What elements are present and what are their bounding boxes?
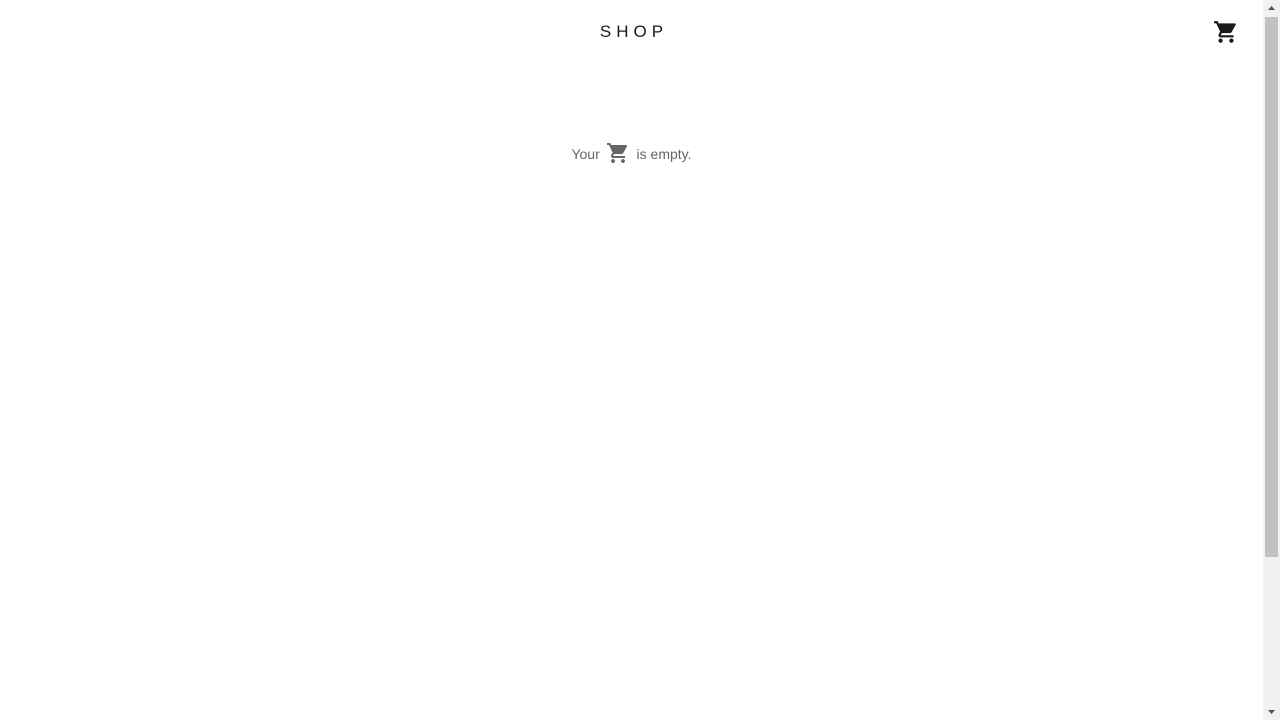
site-header: SHOP xyxy=(0,0,1263,66)
scrollbar-thumb[interactable] xyxy=(1265,17,1278,557)
site-brand[interactable]: SHOP xyxy=(0,22,1263,42)
empty-cart-message: Your is empty. xyxy=(0,142,1263,167)
empty-cart-suffix: is empty. xyxy=(636,146,692,162)
page: SHOP Your is empty. xyxy=(0,0,1263,720)
shopping-cart-icon xyxy=(606,141,630,165)
cart-button[interactable] xyxy=(1213,19,1239,45)
scroll-up-arrow-icon[interactable] xyxy=(1263,0,1280,17)
shopping-cart-icon xyxy=(1213,19,1239,45)
empty-cart-prefix: Your xyxy=(571,146,600,162)
vertical-scrollbar[interactable] xyxy=(1263,0,1280,720)
scroll-down-arrow-icon[interactable] xyxy=(1263,703,1280,720)
